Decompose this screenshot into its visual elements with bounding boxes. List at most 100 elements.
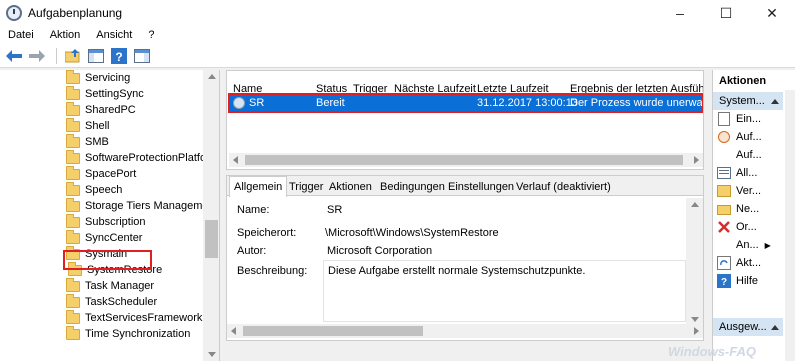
folder-icon <box>66 85 80 100</box>
tree-item-task-manager[interactable]: Task Manager <box>66 277 154 294</box>
tree-item-taskscheduler[interactable]: TaskScheduler <box>66 293 157 310</box>
folder-icon <box>66 117 80 132</box>
action-hilfe[interactable]: ? Hilfe <box>717 272 758 290</box>
forward-arrow-icon[interactable] <box>27 46 47 66</box>
folder-icon <box>66 309 80 324</box>
folder-icon <box>66 197 80 212</box>
action-label: Hilfe <box>736 275 759 287</box>
details-scrollbar[interactable] <box>686 198 703 326</box>
actions-group-selected[interactable]: Ausgew... <box>713 318 783 336</box>
actions-group-label: Ausgew... <box>719 321 767 333</box>
action-neuer-ordner[interactable]: Ne... <box>717 200 759 218</box>
folder-icon <box>66 181 80 196</box>
up-folder-icon[interactable] <box>63 46 83 66</box>
svg-text:?: ? <box>115 50 122 64</box>
name-value[interactable]: SR <box>323 202 346 218</box>
tree-item-shell[interactable]: Shell <box>66 117 110 134</box>
tree-item-servicing[interactable]: Servicing <box>66 70 130 86</box>
tree-item-settingsync[interactable]: SettingSync <box>66 85 144 102</box>
highlight-systemrestore <box>63 250 152 270</box>
menu-help[interactable]: ? <box>140 29 162 41</box>
scroll-right-icon[interactable] <box>694 156 699 164</box>
maximize-button[interactable]: ☐ <box>703 0 749 26</box>
tree-item-label: SharedPC <box>85 104 136 116</box>
location-value[interactable]: \Microsoft\Windows\SystemRestore <box>321 225 503 241</box>
action-einrichten[interactable]: Ein... <box>717 110 761 128</box>
folder-icon <box>66 325 80 340</box>
tree-item-sharedpc[interactable]: SharedPC <box>66 101 136 118</box>
tab-bedingungen[interactable]: Bedingungen <box>380 179 445 196</box>
tree-item-label: Shell <box>85 120 110 132</box>
show-hide-action-pane-icon[interactable] <box>132 46 152 66</box>
description-box[interactable]: Diese Aufgabe erstellt normale Systemsch… <box>323 260 686 322</box>
back-arrow-icon[interactable] <box>4 46 24 66</box>
help-icon: ? <box>717 274 731 288</box>
scroll-up-icon[interactable] <box>691 202 699 207</box>
folder-icon <box>66 133 80 148</box>
tab-allgemein[interactable]: Allgemein <box>229 176 288 197</box>
scroll-down-icon[interactable] <box>208 352 216 357</box>
menu-aktion[interactable]: Aktion <box>42 29 89 41</box>
close-button[interactable]: ✕ <box>749 0 795 26</box>
window-controls: – ☐ ✕ <box>657 0 795 26</box>
tab-aktionen[interactable]: Aktionen <box>329 179 372 196</box>
tree-item-speech[interactable]: Speech <box>66 181 123 198</box>
tree-item-spaceport[interactable]: SpacePort <box>66 165 137 182</box>
tree-item-smb[interactable]: SMB <box>66 133 109 150</box>
task-list-scroll-thumb[interactable] <box>245 155 683 165</box>
folder-tree: Servicing SettingSync SharedPC Shell SMB… <box>0 70 220 361</box>
highlight-task-row <box>228 93 703 113</box>
tree-scroll-thumb[interactable] <box>205 220 218 258</box>
action-alle-anzeigen[interactable]: All... <box>717 164 757 182</box>
tree-item-label: SettingSync <box>85 88 144 100</box>
actions-header: Aktionen <box>719 75 767 87</box>
collapse-icon[interactable] <box>771 99 779 104</box>
action-verlauf[interactable]: Ver... <box>717 182 761 200</box>
tab-trigger[interactable]: Trigger <box>289 179 323 196</box>
new-folder-icon <box>717 202 731 216</box>
menu-ansicht[interactable]: Ansicht <box>88 29 140 41</box>
help-icon[interactable]: ? <box>109 46 129 66</box>
window-title: Aufgabenplanung <box>28 6 123 20</box>
tree-item-label: Time Synchronization <box>85 328 191 340</box>
menu-datei[interactable]: Datei <box>0 29 42 41</box>
history-icon <box>717 184 731 198</box>
tree-item-subscription[interactable]: Subscription <box>66 213 146 230</box>
action-aufgabe-importieren[interactable]: Auf... <box>717 146 762 164</box>
folder-icon <box>66 101 80 116</box>
action-aufgabe-erstellen[interactable]: Auf... <box>717 128 762 146</box>
tree-item-softwareprotectionplatform[interactable]: SoftwareProtectionPlatform <box>66 149 219 166</box>
actions-group-system[interactable]: System... <box>713 92 783 110</box>
location-label: Speicherort: <box>237 227 297 239</box>
tab-einstellungen[interactable]: Einstellungen <box>448 179 514 196</box>
tree-item-textservicesframework[interactable]: TextServicesFramework <box>66 309 202 326</box>
author-value[interactable]: Microsoft Corporation <box>323 243 436 259</box>
tree-item-storage-tiers-management[interactable]: Storage Tiers Management <box>66 197 218 214</box>
tree-item-label: Speech <box>85 184 123 196</box>
action-ordner-loeschen[interactable]: Or... <box>717 218 757 236</box>
scroll-up-icon[interactable] <box>208 74 216 79</box>
collapse-icon[interactable] <box>771 325 779 330</box>
action-aktualisieren[interactable]: Akt... <box>717 254 761 272</box>
tree-item-time-synchronization[interactable]: Time Synchronization <box>66 325 191 342</box>
scroll-left-icon[interactable] <box>231 327 236 335</box>
action-ansicht[interactable]: An... ▶ <box>717 236 771 254</box>
create-task-icon <box>717 130 731 144</box>
action-label: An... <box>736 239 759 251</box>
description-label: Beschreibung: <box>237 265 308 277</box>
tree-item-label: SpacePort <box>85 168 137 180</box>
tab-verlauf[interactable]: Verlauf (deaktiviert) <box>516 179 611 196</box>
folder-icon <box>66 213 80 228</box>
scroll-right-icon[interactable] <box>694 327 699 335</box>
details-hscroll-thumb[interactable] <box>243 326 423 336</box>
details-hscrollbar[interactable] <box>227 324 703 338</box>
blank-icon <box>717 238 731 252</box>
scroll-left-icon[interactable] <box>233 156 238 164</box>
tree-item-synccenter[interactable]: SyncCenter <box>66 229 142 246</box>
scroll-down-icon[interactable] <box>691 317 699 322</box>
show-hide-tree-icon[interactable] <box>86 46 106 66</box>
minimize-button[interactable]: – <box>657 0 703 26</box>
task-list-scrollbar[interactable] <box>229 153 703 167</box>
actions-scrollbar[interactable] <box>785 90 795 361</box>
tree-scrollbar[interactable] <box>203 70 219 361</box>
